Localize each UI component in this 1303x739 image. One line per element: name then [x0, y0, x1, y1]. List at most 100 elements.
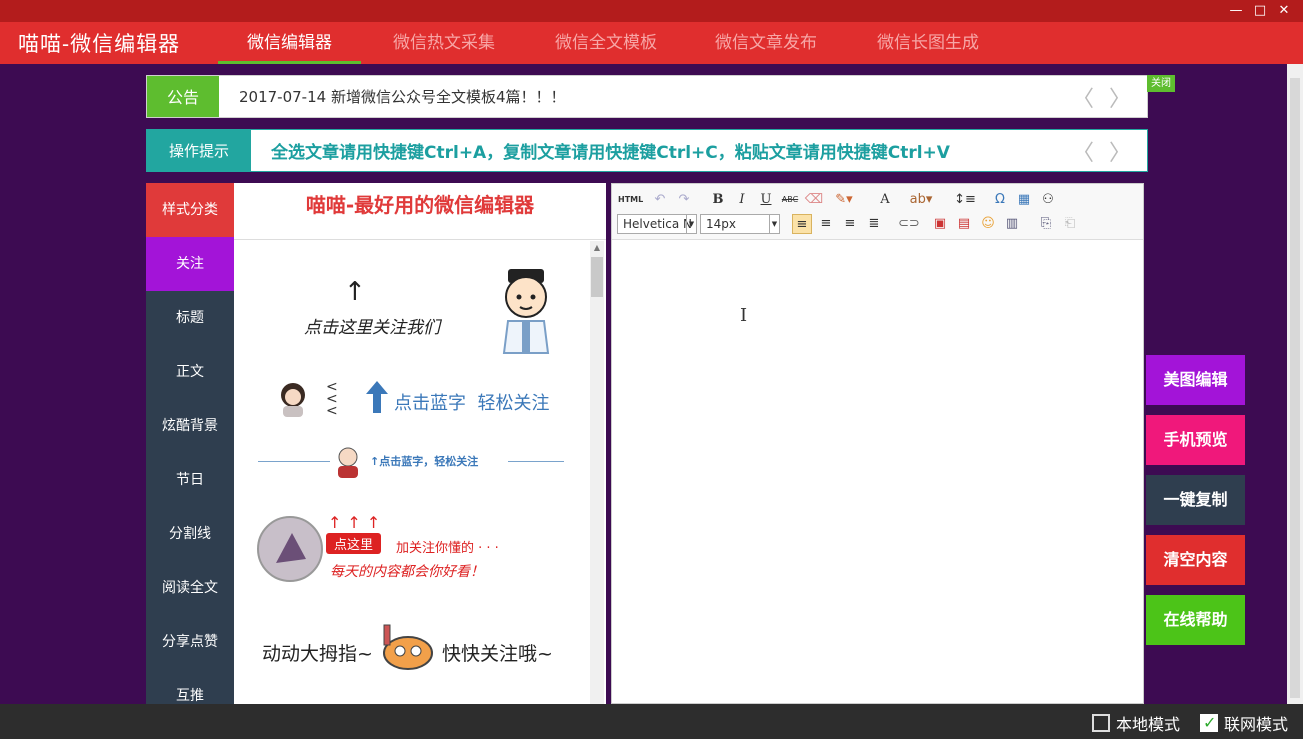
sample-4-line2: 每天的内容都会你好看！ — [330, 564, 484, 580]
tip-text: 全选文章请用快捷键Ctrl+A，复制文章请用快捷键Ctrl+C，粘贴文章请用快捷… — [271, 143, 950, 163]
styles-scrollbar[interactable]: ▲ — [590, 241, 604, 704]
red-arrows-icon: ↑↑↑ — [328, 513, 387, 532]
category-holiday[interactable]: 节日 — [146, 453, 234, 507]
close-window-button[interactable]: ✕ — [1272, 2, 1296, 20]
minimize-button[interactable]: — — [1224, 2, 1248, 20]
window-chrome — [0, 0, 1303, 22]
divider-line-right — [508, 461, 564, 462]
notice-bar: 公告 2017-07-14 新增微信公众号全文模板4篇！！！ 〈 〉 — [146, 75, 1148, 118]
eraser-icon[interactable]: ⌫ — [804, 190, 824, 210]
multi-image-icon[interactable]: ▤ — [954, 214, 974, 234]
category-share-like[interactable]: 分享点赞 — [146, 615, 234, 669]
scroll-up-arrow-icon[interactable]: ▲ — [590, 241, 604, 255]
image-icon[interactable]: ▣ — [930, 214, 950, 234]
girl-avatar-icon — [281, 383, 305, 417]
align-center-icon[interactable]: ≡ — [816, 214, 836, 234]
chevron-down-icon: ▼ — [686, 215, 696, 233]
category-follow[interactable]: 关注 — [146, 237, 234, 291]
align-justify-icon[interactable]: ≣ — [864, 214, 884, 234]
paste-plain-icon[interactable]: ⎗ — [1060, 214, 1080, 234]
italic-button[interactable]: I — [732, 190, 752, 210]
undo-icon[interactable]: ↶ — [650, 190, 670, 210]
window-scroll-thumb[interactable] — [1290, 78, 1300, 698]
notice-close-button[interactable]: 关闭 — [1147, 75, 1175, 92]
redo-icon[interactable]: ↷ — [674, 190, 694, 210]
boy-cartoon-icon — [502, 269, 550, 354]
online-mode-label: 联网模式 — [1224, 715, 1289, 734]
editor-content-area[interactable]: I — [612, 241, 1143, 703]
category-body[interactable]: 正文 — [146, 345, 234, 399]
online-mode-checkbox[interactable] — [1200, 713, 1218, 732]
tip-arrows[interactable]: 〈 〉 — [1072, 135, 1135, 167]
sample-5-text-left: 动动大拇指~ — [262, 643, 373, 665]
sample-3-text: ↑点击蓝字，轻松关注 — [370, 455, 479, 468]
bold-button[interactable]: B — [708, 190, 728, 210]
category-read-more[interactable]: 阅读全文 — [146, 561, 234, 615]
line-height-icon[interactable]: ↕≡ — [950, 190, 980, 210]
style-sample-follow-3[interactable]: ↑点击蓝字，轻松关注 — [258, 445, 564, 485]
align-left-icon[interactable]: ≡ — [792, 214, 812, 234]
tab-hot-articles[interactable]: 微信热文采集 — [376, 26, 512, 64]
maximize-button[interactable]: □ — [1248, 2, 1272, 20]
clear-content-button[interactable]: 清空内容 — [1146, 535, 1245, 585]
mobile-preview-button[interactable]: 手机预览 — [1146, 415, 1245, 465]
sample-2-text: 点击蓝字 轻松关注 — [394, 393, 550, 414]
notice-arrows[interactable]: 〈 〉 — [1072, 81, 1135, 113]
text-cursor-icon: I — [740, 305, 748, 326]
tab-long-image[interactable]: 微信长图生成 — [860, 26, 996, 64]
tab-wechat-editor[interactable]: 微信编辑器 — [218, 26, 361, 64]
category-divider[interactable]: 分割线 — [146, 507, 234, 561]
editor-toolbar: HTML ↶ ↷ B I U ABC ⌫ ✎▾ A ab▾ ↕≡ Ω ▦ ⚇ H… — [612, 184, 1143, 240]
one-click-copy-button[interactable]: 一键复制 — [1146, 475, 1245, 525]
video-icon[interactable]: ▥ — [1002, 214, 1022, 234]
category-sidebar: 样式分类 关注 标题 正文 炫酷背景 节日 分割线 阅读全文 分享点赞 互推 — [146, 183, 234, 704]
highlight-color-icon[interactable]: ab▾ — [906, 190, 936, 210]
link-icon[interactable]: ⊂⊃ — [898, 214, 920, 234]
font-size-value: 14px — [706, 217, 736, 231]
old-man-cartoon-icon — [338, 447, 358, 478]
category-style-classify[interactable]: 样式分类 — [146, 183, 234, 237]
editor-panel: HTML ↶ ↷ B I U ABC ⌫ ✎▾ A ab▾ ↕≡ Ω ▦ ⚇ H… — [611, 183, 1144, 704]
strikethrough-button[interactable]: ABC — [780, 190, 800, 210]
image-edit-button[interactable]: 美图编辑 — [1146, 355, 1245, 405]
online-mode-toggle[interactable]: 联网模式 — [1200, 711, 1288, 735]
html-source-button[interactable]: HTML — [618, 190, 643, 210]
blue-up-arrow-icon — [366, 381, 388, 413]
styles-panel-title: 喵喵-最好用的微信编辑器 — [234, 183, 606, 240]
chevrons-icon: < < < — [326, 379, 338, 419]
online-help-button[interactable]: 在线帮助 — [1146, 595, 1245, 645]
category-title[interactable]: 标题 — [146, 291, 234, 345]
sample-5-text-right: 快快关注哦~ — [442, 643, 553, 665]
special-char-button[interactable]: Ω — [990, 190, 1010, 210]
category-cool-background[interactable]: 炫酷背景 — [146, 399, 234, 453]
local-mode-toggle[interactable]: 本地模式 — [1092, 711, 1180, 735]
styles-scroll-thumb[interactable] — [591, 257, 603, 297]
underline-button[interactable]: U — [756, 190, 776, 210]
local-mode-checkbox[interactable] — [1092, 714, 1110, 732]
notice-text: 2017-07-14 新增微信公众号全文模板4篇！！！ — [239, 88, 566, 106]
window-scrollbar[interactable] — [1287, 64, 1303, 704]
app-title: 喵喵-微信编辑器 — [18, 32, 181, 56]
thumbs-up-cartoon-icon — [383, 624, 433, 670]
font-family-select[interactable]: Helvetica N ▼ — [617, 214, 697, 234]
style-sample-follow-4[interactable]: ↑↑↑ 点这里 加关注你懂的 · · · 每天的内容都会你好看！ — [256, 513, 566, 585]
find-replace-icon[interactable]: ⚇ — [1038, 190, 1058, 210]
format-painter-icon[interactable]: ✎▾ — [830, 190, 858, 210]
sample-4-tag: 点这里 — [326, 533, 382, 554]
sample-1-text: 点击这里关注我们 — [304, 318, 440, 338]
paste-icon[interactable]: ⎘ — [1036, 214, 1056, 234]
category-mutual-promo[interactable]: 互推 — [146, 669, 234, 704]
font-size-select[interactable]: 14px ▼ — [700, 214, 780, 234]
tab-article-publish[interactable]: 微信文章发布 — [698, 26, 834, 64]
align-right-icon[interactable]: ≡ — [840, 214, 860, 234]
tab-full-templates[interactable]: 微信全文模板 — [538, 26, 674, 64]
table-icon[interactable]: ▦ — [1014, 190, 1034, 210]
notice-label: 公告 — [147, 76, 219, 117]
font-color-button[interactable]: A — [870, 190, 900, 210]
style-sample-follow-5[interactable]: 动动大拇指~ 快快关注哦~ — [258, 623, 568, 675]
title-bar: — □ ✕ 喵喵-微信编辑器 微信编辑器 微信热文采集 微信全文模板 微信文章发… — [0, 0, 1303, 64]
emoji-icon[interactable]: ☺ — [978, 214, 998, 234]
status-bar: 本地模式 联网模式 — [0, 704, 1303, 739]
style-sample-follow-1[interactable]: ↑ 点击这里关注我们 — [264, 263, 564, 363]
style-sample-follow-2[interactable]: < < < 点击蓝字 轻松关注 — [274, 379, 574, 423]
